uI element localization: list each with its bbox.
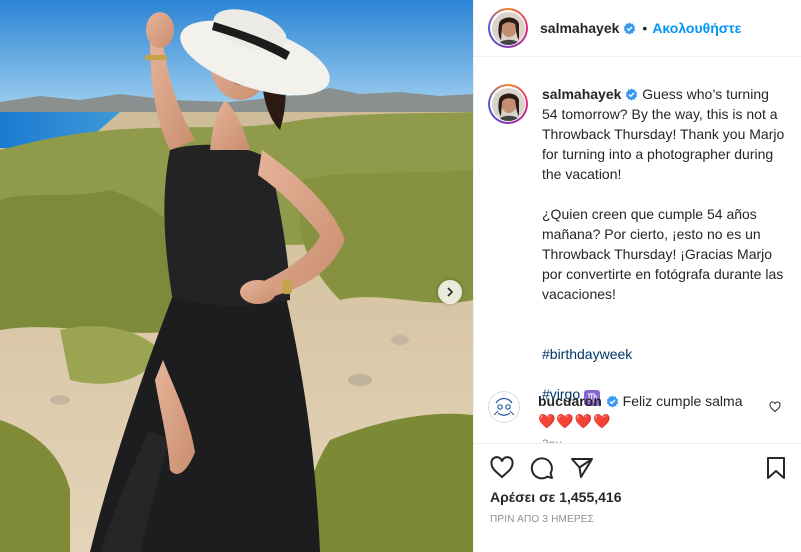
comments-section: salmahayek Guess who’s turning 54 tomorr… — [474, 58, 801, 443]
caption: salmahayek Guess who’s turning 54 tomorr… — [488, 84, 788, 443]
post-header: salmahayek • Ακολουθήστε — [474, 0, 801, 57]
avatar-image — [491, 87, 525, 121]
save-button[interactable] — [764, 456, 788, 483]
caption-time-ago[interactable]: 3ημ. — [542, 434, 788, 443]
verified-badge-icon — [626, 88, 638, 101]
caption-text-es: ¿Quien creen que cumple 54 años mañana? … — [542, 206, 784, 302]
hashtag-link[interactable]: #birthdayweek — [542, 344, 788, 364]
share-button[interactable] — [570, 456, 594, 483]
comment-text: Feliz cumple salma — [622, 393, 743, 409]
next-photo-button[interactable] — [438, 280, 462, 304]
post-actions: Αρέσει σε 1,455,416 ΠΡΙΝ ΑΠΟ 3 ΗΜΕΡΕΣ — [474, 443, 801, 552]
instagram-post: salmahayek • Ακολουθήστε salmahayek Gues… — [0, 0, 801, 552]
post-photo[interactable] — [0, 0, 473, 552]
comment-button[interactable] — [530, 456, 554, 483]
heart-outline-icon — [490, 456, 514, 479]
header-separator: • — [642, 20, 648, 36]
commenter-avatar[interactable] — [488, 391, 520, 423]
heart-outline-icon — [769, 401, 781, 413]
avatar-image — [491, 11, 525, 45]
author-avatar[interactable] — [488, 8, 528, 48]
post-side-panel: salmahayek • Ακολουθήστε salmahayek Gues… — [473, 0, 801, 552]
beach-photo-illustration — [0, 0, 473, 552]
likes-count[interactable]: Αρέσει σε 1,455,416 — [490, 489, 621, 505]
commenter-username[interactable]: bucuaron — [538, 393, 602, 409]
author-username[interactable]: salmahayek — [540, 20, 619, 36]
avatar-image — [490, 393, 518, 421]
comment-like-button[interactable] — [769, 400, 781, 416]
comment-hearts: ❤️❤️❤️❤️ — [538, 413, 612, 429]
verified-badge-icon — [624, 22, 636, 34]
caption-paragraph-es: ¿Quien creen que cumple 54 años mañana? … — [542, 204, 788, 304]
post-timestamp[interactable]: ΠΡΙΝ ΑΠΟ 3 ΗΜΕΡΕΣ — [490, 514, 594, 525]
paper-plane-icon — [571, 458, 593, 478]
comment-row: bucuaron Feliz cumple salma ❤️❤️❤️❤️ — [488, 391, 788, 431]
verified-badge-icon — [606, 395, 618, 408]
bookmark-icon — [767, 457, 785, 479]
action-buttons — [490, 456, 594, 483]
caption-author-avatar[interactable] — [488, 84, 528, 124]
caption-paragraph-en: salmahayek Guess who’s turning 54 tomorr… — [542, 84, 788, 184]
speech-bubble-icon — [530, 457, 553, 480]
chevron-right-icon — [447, 287, 454, 297]
caption-username[interactable]: salmahayek — [542, 86, 621, 102]
like-button[interactable] — [490, 456, 514, 483]
follow-button[interactable]: Ακολουθήστε — [652, 20, 741, 36]
